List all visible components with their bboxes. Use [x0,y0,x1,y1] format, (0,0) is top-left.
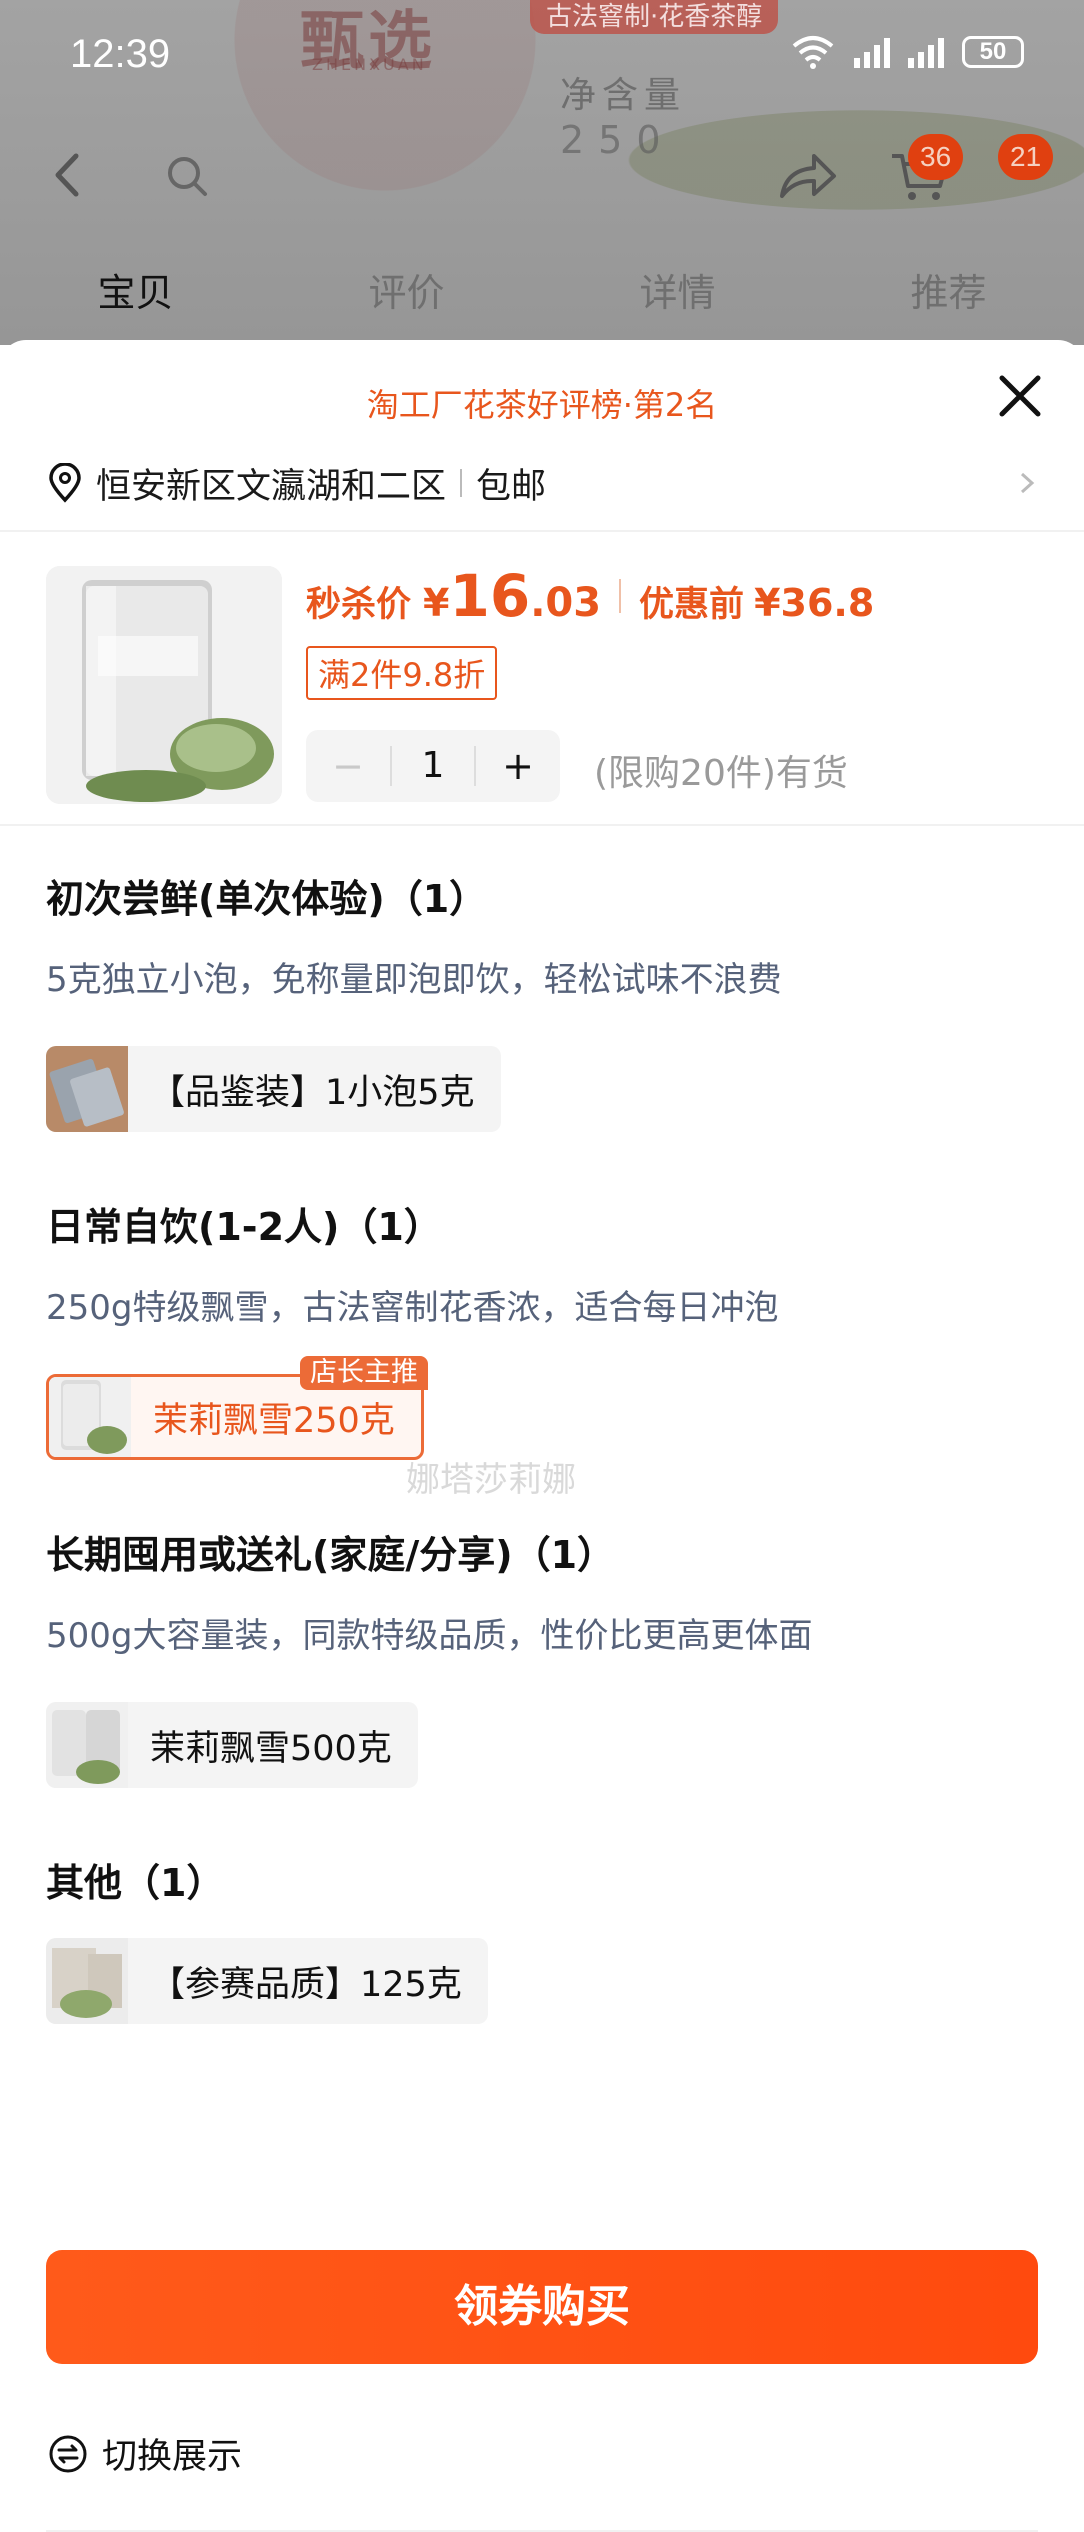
message-count-badge: 21 [998,134,1054,180]
option-label: 【参赛品质】125克 [150,1964,462,2005]
option-label: 【品鉴装】1小泡5克 [150,1072,475,1113]
signal-icon-1 [854,36,890,68]
product-thumbnail[interactable] [46,566,282,804]
option-thumbnail [46,1702,128,1788]
section-description: 500g大容量装，同款特级品质，性价比更高更体面 [46,1616,813,1656]
top-nav: 36 21 [0,130,1084,220]
quantity-value[interactable]: 1 [390,746,476,786]
section-title: 日常自饮(1-2人)（1） [46,1205,442,1249]
buy-with-coupon-button[interactable]: 领券购买 [46,2250,1038,2364]
currency-symbol: ¥ [423,581,450,625]
delivery-address-row[interactable]: 恒安新区文瀛湖和二区 包邮 [48,458,1038,508]
shipping-text: 包邮 [476,466,547,507]
sku-option-tasting-pack[interactable]: 【品鉴装】1小泡5克 [46,1046,501,1132]
status-icons: 50 [790,34,1024,70]
back-icon[interactable] [48,150,88,200]
divider [0,530,1084,532]
section-title: 其他（1） [46,1861,225,1905]
section-description: 5克独立小泡，免称量即泡即饮，轻松试味不浪费 [46,960,782,1000]
flash-price-label: 秒杀价 [306,585,412,625]
tab-details[interactable]: 详情 [542,262,813,322]
increase-button[interactable]: + [476,744,560,788]
price-decimal: .03 [530,580,602,626]
promo-badge: 满2件9.8折 [306,646,498,700]
switch-icon [49,2435,87,2472]
section-title: 初次尝鲜(单次体验)（1） [46,877,488,921]
cart-count-badge: 36 [908,134,964,180]
option-thumbnail [49,1377,131,1457]
tab-reviews[interactable]: 评价 [271,262,542,322]
option-thumbnail [46,1046,128,1132]
search-icon[interactable] [165,154,209,198]
recommend-tag: 店长主推 [300,1356,428,1390]
switch-display-toggle[interactable]: 切换展示 [48,2428,242,2479]
option-label: 茉莉飘雪500克 [150,1728,392,1769]
battery-icon: 50 [962,36,1024,68]
section-description: 250g特级飘雪，古法窨制花香浓，适合每日冲泡 [46,1288,779,1328]
sku-option-500g[interactable]: 茉莉飘雪500克 [46,1702,418,1788]
chevron-right-icon [1020,472,1035,494]
share-icon[interactable] [776,148,840,204]
wifi-icon [792,36,834,69]
price-line: 秒杀价 ¥ 16 .03 优惠前 ¥36.8 [306,562,874,630]
address-text: 恒安新区文瀛湖和二区 [96,466,447,507]
status-time: 12:39 [70,32,171,76]
background-page: 甄选 ZHENXUAN 古法窨制·花香茶醇 净含量 250 12:39 50 3… [0,0,1084,345]
decrease-button[interactable]: − [306,744,390,788]
location-pin-icon [49,463,81,503]
close-icon[interactable] [998,374,1042,418]
original-price: ¥36.8 [754,581,875,625]
sku-option-contest-quality[interactable]: 【参赛品质】125克 [46,1938,488,2024]
stock-status: (限购20件)有货 [594,753,848,794]
divider [460,469,463,497]
switch-label: 切换展示 [102,2437,243,2477]
price-integer: 16 [449,562,531,630]
ranking-label[interactable]: 淘工厂花茶好评榜·第2名 [0,380,1084,426]
tea-can-image [46,566,282,804]
sku-selector-sheet: 淘工厂花茶好评榜·第2名 恒安新区文瀛湖和二区 包邮 秒杀价 ¥ 16 .03 … [0,340,1084,2532]
page-tabs: 宝贝 评价 详情 推荐 [0,262,1084,322]
original-price-label: 优惠前 [639,585,745,625]
tab-recommend[interactable]: 推荐 [813,262,1084,322]
section-title: 长期囤用或送礼(家庭/分享)（1） [46,1533,616,1577]
status-bar: 12:39 50 [0,0,1084,110]
tab-item[interactable]: 宝贝 [0,262,271,322]
option-label: 茉莉飘雪250克 [153,1400,395,1441]
divider [0,824,1084,826]
option-thumbnail [46,1938,128,2024]
watermark: 娜塔莎莉娜 [406,1460,576,1500]
signal-icon-2 [908,36,944,68]
quantity-stepper: − 1 + [306,730,560,802]
divider [619,579,622,613]
